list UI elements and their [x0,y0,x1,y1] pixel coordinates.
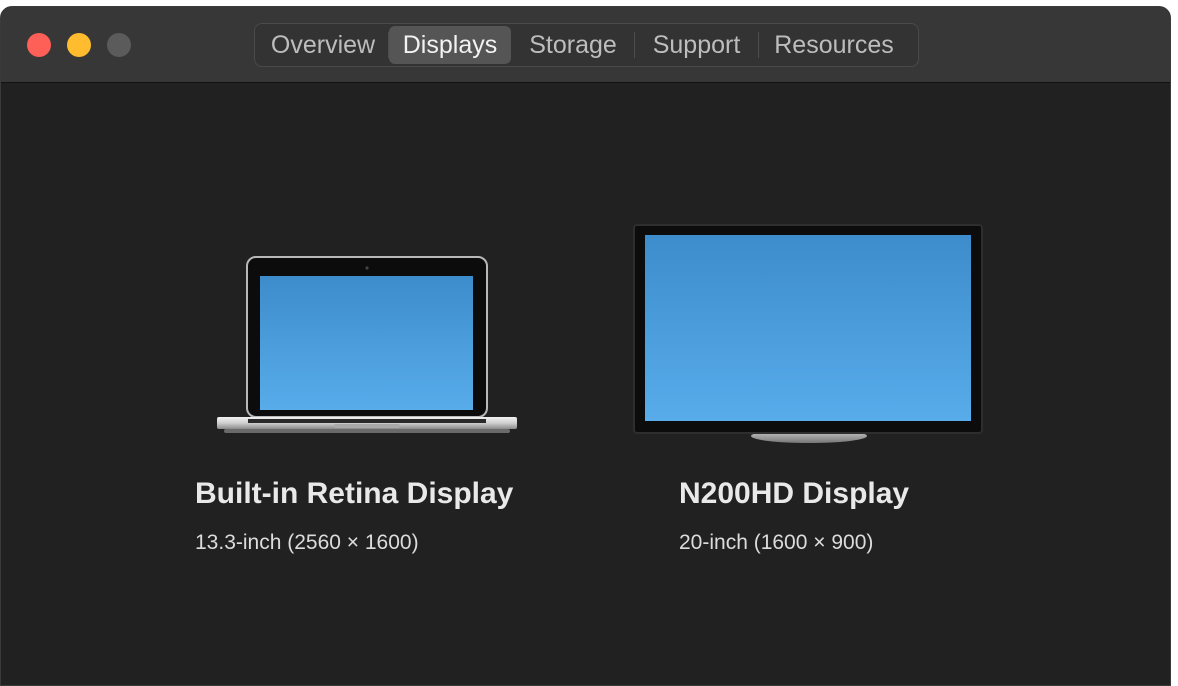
titlebar: Overview Displays Storage Support Resour… [1,7,1170,83]
display-name: N200HD Display [679,477,910,510]
display-spec: 13.3-inch (2560 × 1600) [195,531,419,554]
tab-overview[interactable]: Overview [258,26,388,64]
tab-storage[interactable]: Storage [512,26,634,64]
tab-support[interactable]: Support [635,26,758,64]
minimize-button[interactable] [67,33,91,57]
laptop-icon [217,256,517,433]
close-button[interactable] [27,33,51,57]
zoom-button[interactable] [107,33,131,57]
tab-resources[interactable]: Resources [759,26,909,64]
display-spec: 20-inch (1600 × 900) [679,531,874,554]
tab-bar: Overview Displays Storage Support Resour… [254,23,919,67]
monitor-icon [633,224,983,443]
display-name: Built-in Retina Display [195,477,514,510]
tab-displays[interactable]: Displays [389,26,511,64]
about-this-mac-window: Overview Displays Storage Support Resour… [0,6,1171,686]
